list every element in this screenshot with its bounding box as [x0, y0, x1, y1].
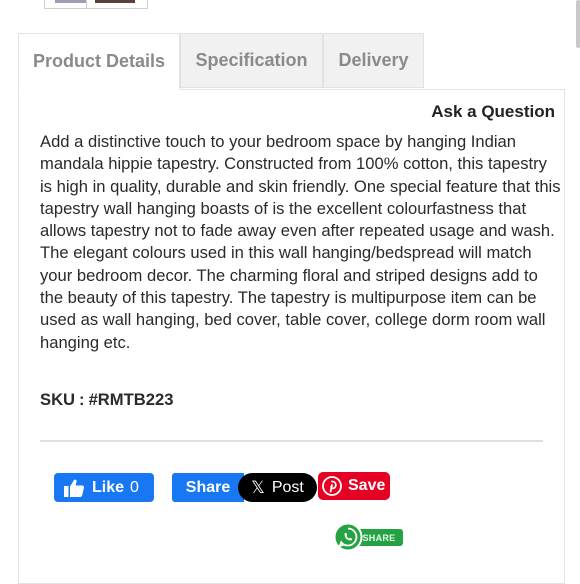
page-scrollbar[interactable]	[576, 0, 580, 48]
sku-value: #RMTB223	[88, 390, 174, 409]
share-label: Share	[185, 478, 231, 496]
product-thumbnail-2[interactable]	[86, 0, 148, 9]
whatsapp-share-button[interactable]: SHARE	[333, 522, 405, 554]
sku-separator: :	[79, 390, 85, 409]
facebook-share-button[interactable]: Share	[172, 473, 244, 502]
divider	[40, 440, 543, 442]
tab-specification[interactable]: Specification	[180, 33, 323, 88]
save-label: Save	[348, 477, 386, 494]
facebook-like-button[interactable]: Like 0	[54, 473, 154, 502]
sku-label: SKU	[40, 390, 76, 409]
like-count: 0	[130, 478, 139, 496]
product-description: Add a distinctive touch to your bedroom …	[40, 132, 561, 352]
pinterest-save-button[interactable]: Save	[318, 472, 390, 500]
tab-delivery[interactable]: Delivery	[323, 33, 424, 88]
x-logo-icon: 𝕏	[251, 477, 265, 497]
tab-product-details[interactable]: Product Details	[18, 33, 180, 90]
post-label: Post	[271, 478, 304, 496]
x-post-button[interactable]: 𝕏 Post	[238, 473, 317, 502]
pinterest-icon	[322, 476, 342, 496]
whatsapp-icon	[333, 522, 363, 552]
facebook-thumb-icon	[64, 479, 84, 497]
like-label: Like	[92, 478, 125, 496]
sku-line: SKU: #RMTB223	[40, 390, 173, 410]
ask-question-link[interactable]: Ask a Question	[431, 102, 555, 122]
